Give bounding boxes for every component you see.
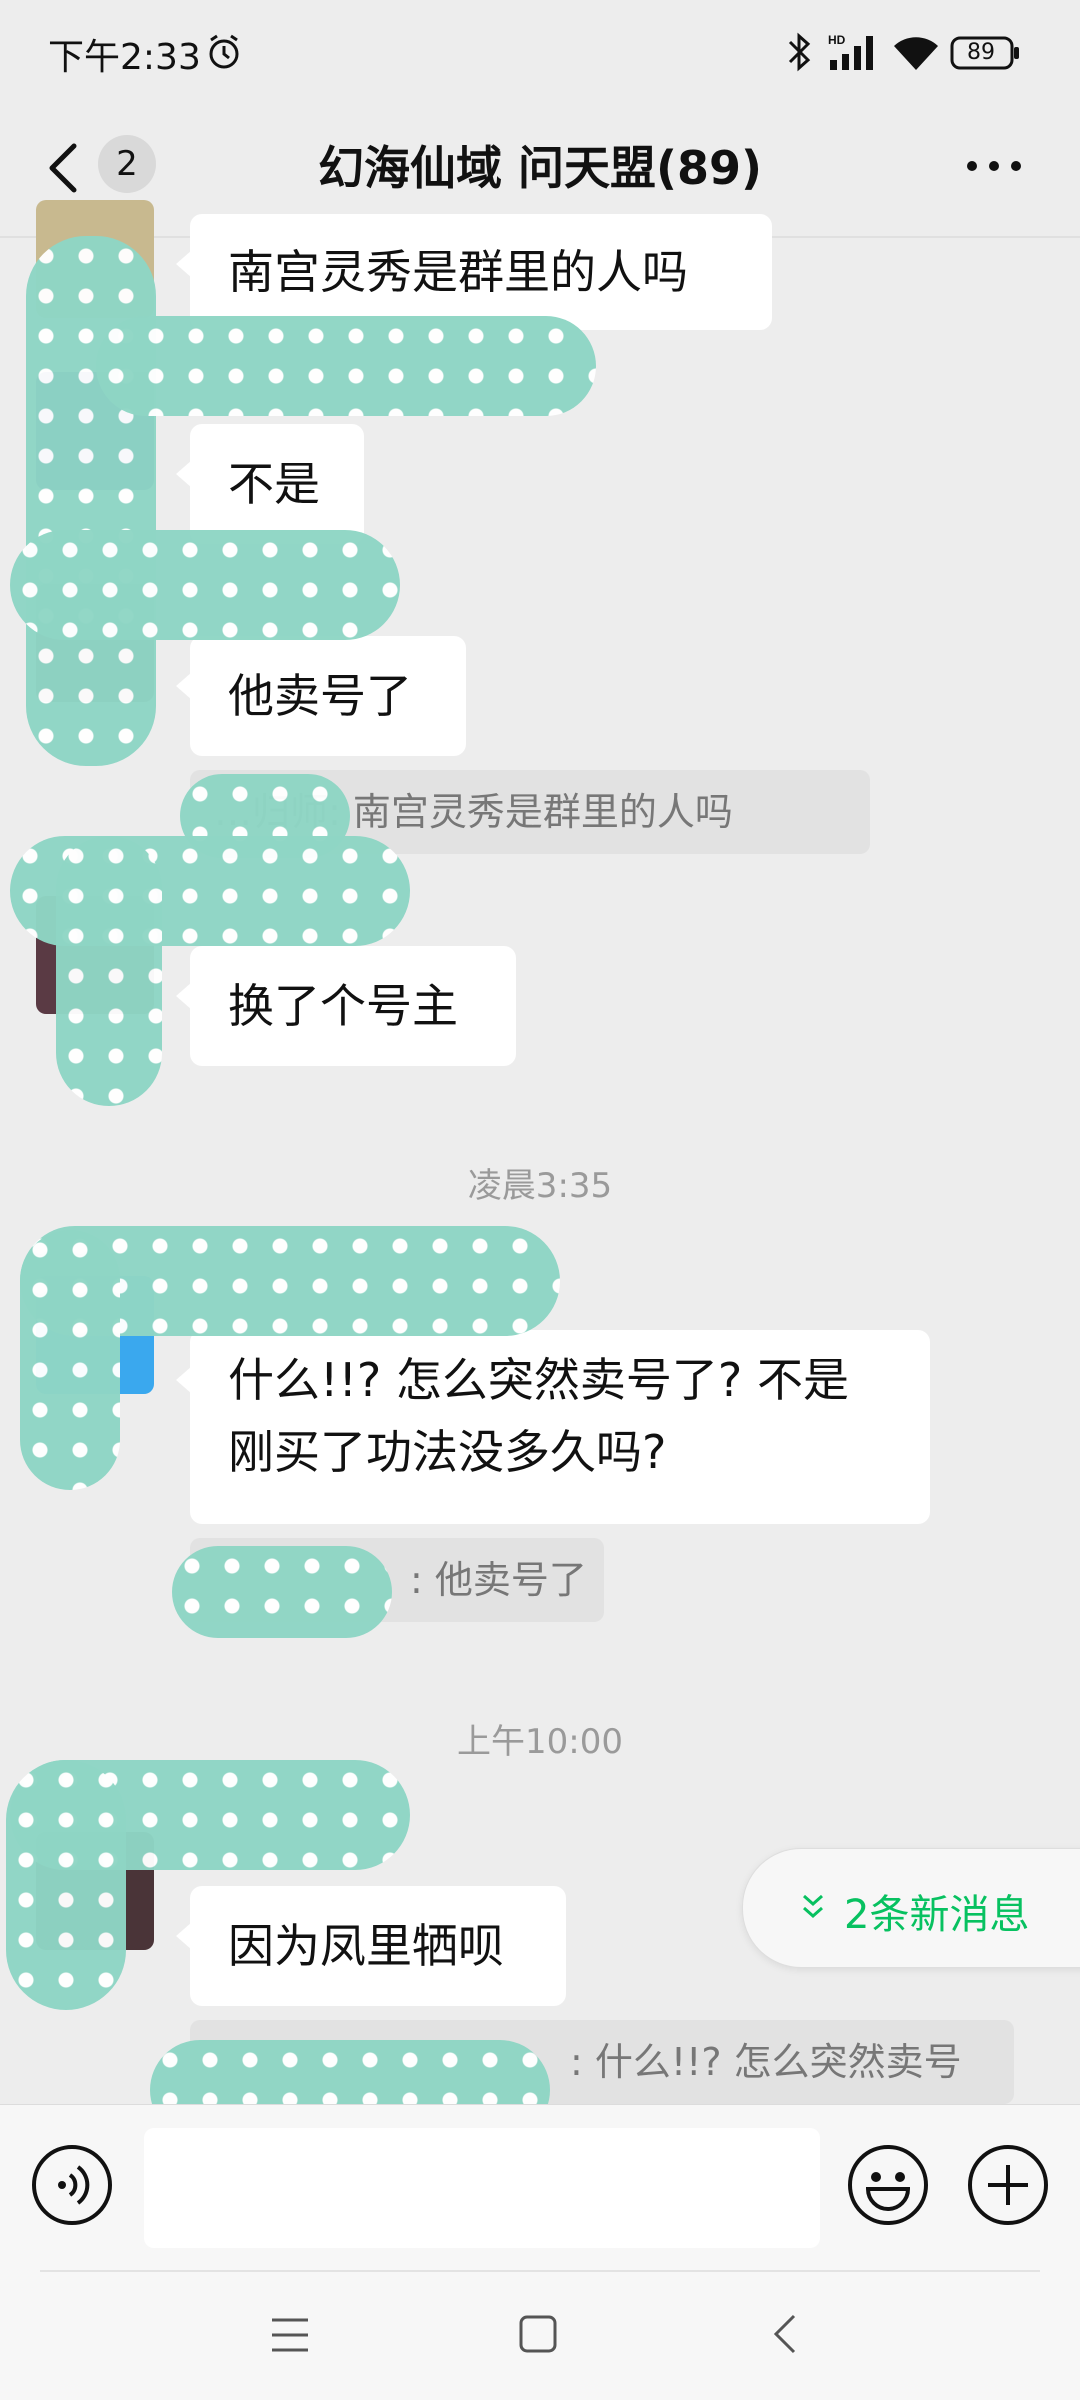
battery-level: 89	[967, 40, 995, 65]
plus-icon[interactable]	[966, 2143, 1050, 2227]
message-bubble[interactable]: 换了个号主	[176, 946, 516, 1066]
alarm-icon	[209, 34, 239, 69]
timestamp: 凌晨3:35	[467, 1166, 613, 1206]
censor-mark	[56, 836, 162, 1106]
message-input[interactable]	[144, 2128, 820, 2248]
message-bubble[interactable]: 因为凤里牺呗	[176, 1886, 566, 2006]
censor-mark	[6, 1760, 126, 2010]
censor-mark	[10, 530, 400, 640]
wifi-icon	[894, 37, 938, 70]
nav-back-icon[interactable]	[770, 2312, 798, 2356]
censor-mark	[26, 236, 156, 766]
signal-icon: HD	[828, 33, 873, 70]
timestamp: 上午10:00	[457, 1722, 623, 1762]
emoji-icon[interactable]	[846, 2143, 930, 2227]
censor-mark	[20, 1230, 120, 1490]
double-chevron-down-icon	[803, 1894, 823, 1919]
censor-mark	[172, 1546, 392, 1638]
menu-icon[interactable]	[270, 2316, 310, 2354]
status-time: 下午2:33	[48, 37, 201, 78]
bluetooth-icon	[788, 32, 811, 72]
battery-icon: 89	[950, 36, 1022, 70]
message-bubble[interactable]: 不是	[176, 424, 364, 544]
censor-mark	[96, 316, 596, 416]
message-line: 什么!!? 怎么突然卖号了? 不是	[228, 1353, 849, 1407]
message-bubble[interactable]: 南宫灵秀是群里的人吗	[176, 214, 772, 330]
back-icon[interactable]	[44, 140, 84, 196]
home-icon[interactable]	[518, 2314, 558, 2354]
svg-text:HD: HD	[828, 33, 846, 47]
voice-icon[interactable]	[30, 2143, 114, 2227]
more-options-icon[interactable]	[964, 160, 1024, 172]
new-messages-label: 2条新消息	[844, 1892, 1030, 1938]
message-bubble[interactable]: 他卖号了	[176, 636, 466, 756]
unread-count-badge[interactable]: 2	[98, 135, 156, 193]
message-bubble[interactable]: 什么!!? 怎么突然卖号了? 不是 刚买了功法没多久吗?	[176, 1330, 930, 1524]
message-line: 刚买了功法没多久吗?	[228, 1425, 667, 1479]
chat-title: 幻海仙域 问天盟(89)	[317, 141, 763, 195]
